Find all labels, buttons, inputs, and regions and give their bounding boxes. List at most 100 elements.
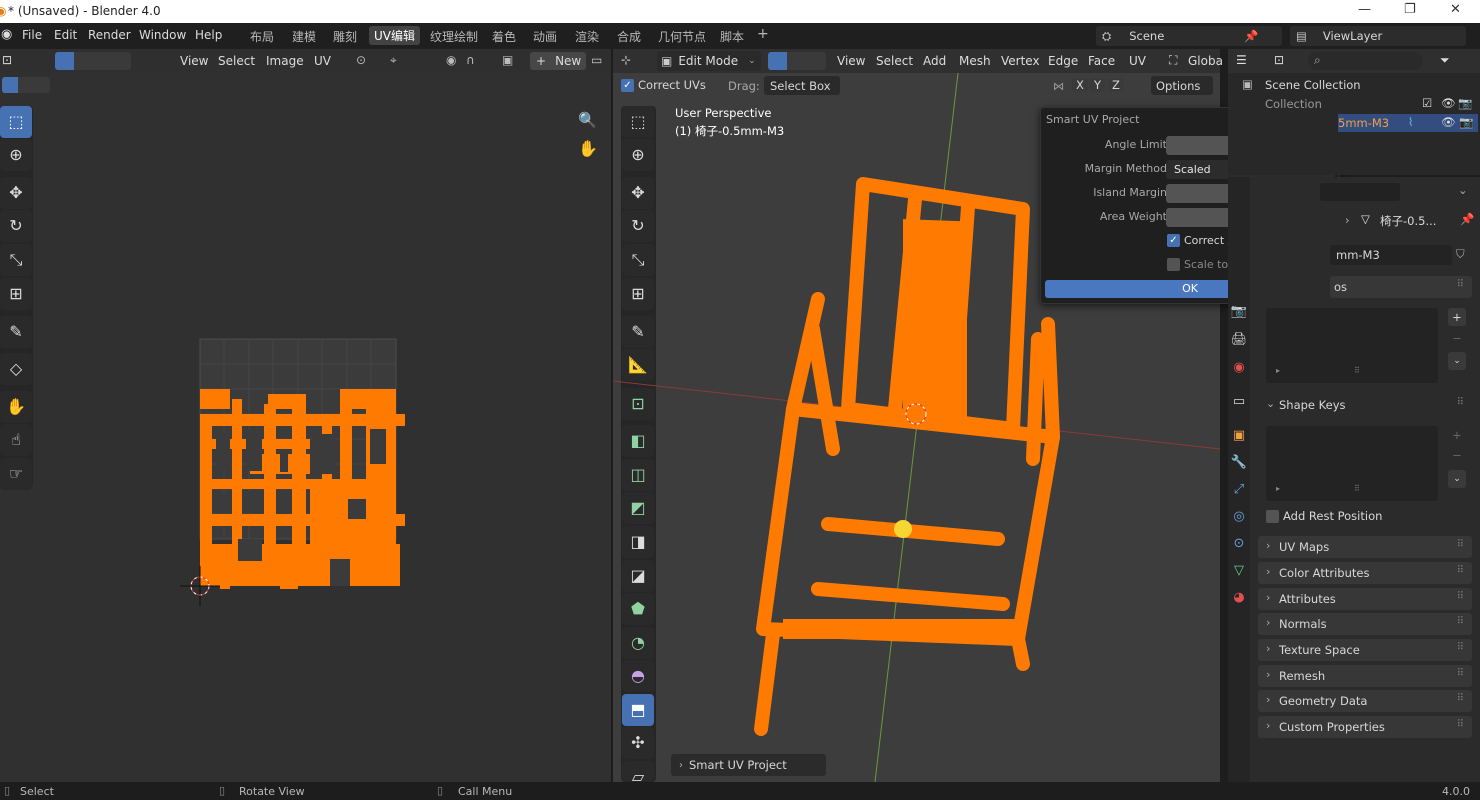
workspace-tab-modeling[interactable]: 建模: [292, 28, 316, 45]
workspace-tab-rendering[interactable]: 渲染: [575, 28, 599, 45]
menu-render[interactable]: Render: [88, 28, 131, 42]
uv-menu-uv[interactable]: UV: [314, 54, 331, 68]
filter-icon[interactable]: ⏷: [1440, 53, 1450, 68]
list-resize-grip-icon[interactable]: ⠿: [1354, 484, 1360, 493]
workspace-tab-sculpting[interactable]: 雕刻: [333, 28, 357, 45]
workspace-tab-compositing[interactable]: 合成: [617, 28, 641, 45]
remove-group-button[interactable]: −: [1448, 329, 1466, 347]
particles-tab-icon[interactable]: ⤢: [1229, 480, 1249, 500]
transform-tool[interactable]: ⊞: [0, 278, 32, 310]
shape-keys-panel-header[interactable]: ⌄ Shape Keys ⠿: [1258, 394, 1472, 416]
rotate-tool[interactable]: ↻: [0, 210, 32, 242]
properties-editor[interactable]: 📷 🖨 ◉ ▭ ▣ 🔧 ⤢ ◎ ⊙ ▽ ◕ ⌄ › ▽ 椅子-0.5... 📌 …: [1228, 177, 1480, 782]
last-operator-panel[interactable]: › Smart UV Project: [671, 754, 826, 776]
new-image-button[interactable]: + New: [530, 52, 586, 70]
custom-properties-panel-header[interactable]: › Custom Properties ⠿: [1258, 716, 1472, 738]
workspace-tab-layout[interactable]: 布局: [250, 28, 274, 45]
menu-window[interactable]: Window: [139, 28, 186, 42]
output-tab-icon[interactable]: 🖨: [1229, 330, 1249, 350]
color-attributes-panel-header[interactable]: › Color Attributes ⠿: [1258, 562, 1472, 584]
modifier-tab-icon[interactable]: 🔧: [1229, 453, 1249, 473]
list-resize-grip-icon[interactable]: ⠿: [1354, 366, 1360, 375]
chevron-down-icon[interactable]: ⌄: [1458, 183, 1468, 197]
pin-icon[interactable]: 📌: [1460, 212, 1474, 226]
physics-tab-icon[interactable]: ◎: [1229, 507, 1249, 527]
annotate-tool[interactable]: ✎: [0, 316, 32, 348]
open-image-icon[interactable]: ▭: [591, 53, 602, 67]
uv-menu-image[interactable]: Image: [266, 54, 304, 68]
pin-icon[interactable]: 📌: [1244, 29, 1258, 43]
workspace-tab-texture-paint[interactable]: 纹理绘制: [430, 28, 478, 45]
uv-menu-view[interactable]: View: [180, 54, 208, 68]
remove-shape-key-button[interactable]: −: [1448, 446, 1466, 464]
workspace-tab-shading[interactable]: 着色: [492, 28, 516, 45]
drag-grip-icon[interactable]: ⠿: [1457, 642, 1464, 653]
pinch-tool[interactable]: ☞: [0, 458, 32, 490]
specials-menu-button[interactable]: ⌄: [1448, 352, 1466, 370]
uv-grid-canvas[interactable]: [180, 334, 410, 614]
drag-grip-icon[interactable]: ⠿: [1457, 397, 1464, 408]
sticky-select-group[interactable]: [2, 77, 50, 93]
rip-tool[interactable]: ◇: [0, 353, 32, 385]
sticky-select-icon[interactable]: [2, 77, 18, 93]
outliner[interactable]: ☰ ⊡ ⌕ ⏷ ▣ Scene Collection Collection ☑ …: [1228, 49, 1480, 175]
remesh-panel-header[interactable]: › Remesh ⠿: [1258, 665, 1472, 687]
constraints-tab-icon[interactable]: ⊙: [1229, 534, 1249, 554]
render-tab-icon[interactable]: 📷: [1229, 302, 1249, 322]
add-workspace-button[interactable]: +: [757, 26, 769, 42]
attributes-panel-header[interactable]: › Attributes ⠿: [1258, 588, 1472, 610]
drag-grip-icon[interactable]: ⠿: [1457, 719, 1464, 730]
shape-key-specials-button[interactable]: ⌄: [1448, 470, 1466, 488]
visibility-eye-icon[interactable]: 👁: [1441, 96, 1456, 110]
select-mode-group[interactable]: [55, 52, 131, 70]
uv-maps-panel-header[interactable]: › UV Maps ⠿: [1258, 536, 1472, 558]
maximize-button[interactable]: ❐: [1404, 2, 1416, 17]
collection-tab-icon[interactable]: ▭: [1229, 392, 1249, 412]
drag-grip-icon[interactable]: ⠿: [1457, 565, 1464, 576]
object-render-icon[interactable]: 📷: [1459, 115, 1473, 129]
add-shape-key-button[interactable]: +: [1448, 426, 1466, 444]
editor-type-icon[interactable]: ⊡: [2, 53, 12, 67]
texture-space-panel-header[interactable]: › Texture Space ⠿: [1258, 639, 1472, 661]
cursor-tool[interactable]: ⊕: [0, 139, 32, 171]
vertex-select-icon[interactable]: [55, 52, 74, 70]
object-tab-icon[interactable]: ▣: [1229, 426, 1249, 446]
outliner-editor-type-icon[interactable]: ☰: [1236, 53, 1247, 67]
drag-grip-icon[interactable]: ⠿: [1457, 668, 1464, 679]
drag-grip-icon[interactable]: ⠿: [1457, 693, 1464, 704]
relax-tool[interactable]: ☝: [0, 424, 32, 456]
add-group-button[interactable]: +: [1448, 308, 1466, 326]
material-tab-icon[interactable]: ◕: [1229, 588, 1249, 608]
workspace-tab-animation[interactable]: 动画: [533, 28, 557, 45]
uv-menu-select[interactable]: Select: [218, 54, 255, 68]
collection-label[interactable]: Collection: [1265, 97, 1322, 111]
minimize-button[interactable]: —: [1358, 2, 1371, 17]
pan-hand-icon[interactable]: ✋: [578, 139, 598, 158]
outliner-search-input[interactable]: ⌕: [1308, 52, 1423, 70]
outliner-object-row[interactable]: 5mm-M3 ⌇ 👁 📷: [1338, 114, 1478, 132]
workspace-tab-geometry-nodes[interactable]: 几何节点: [658, 28, 706, 45]
view-layer-selector[interactable]: ▤ ViewLayer: [1290, 26, 1466, 46]
scene-collection-label[interactable]: Scene Collection: [1265, 78, 1361, 92]
shape-keys-list[interactable]: ▸ ⠿: [1266, 426, 1438, 501]
proportional-icon[interactable]: ◉: [446, 53, 456, 67]
select-box-tool[interactable]: ⬚: [0, 106, 32, 138]
pivot-icon[interactable]: ⊙: [356, 53, 366, 67]
menu-edit[interactable]: Edit: [54, 28, 77, 42]
scale-tool[interactable]: ⤡: [0, 244, 32, 276]
display-mode-icon[interactable]: ⊡: [1274, 53, 1284, 67]
properties-search-input[interactable]: [1320, 183, 1400, 201]
menu-file[interactable]: File: [22, 28, 42, 42]
vertex-groups-list[interactable]: ▸ ⠿: [1266, 308, 1438, 383]
render-camera-icon[interactable]: 📷: [1458, 96, 1472, 110]
drag-grip-icon[interactable]: ⠿: [1457, 539, 1464, 550]
normals-panel-header[interactable]: › Normals ⠿: [1258, 613, 1472, 635]
move-tool[interactable]: ✥: [0, 177, 32, 209]
list-expand-icon[interactable]: ▸: [1276, 484, 1280, 493]
close-button[interactable]: ✕: [1450, 2, 1461, 17]
geometry-data-panel-header[interactable]: › Geometry Data ⠿: [1258, 690, 1472, 712]
vertex-groups-panel-header[interactable]: os ⠿: [1330, 276, 1472, 298]
data-tab-icon[interactable]: ▽: [1229, 561, 1249, 581]
workspace-tab-uv-editing[interactable]: UV编辑: [369, 26, 420, 45]
snap-icon[interactable]: ⌖: [390, 53, 397, 68]
